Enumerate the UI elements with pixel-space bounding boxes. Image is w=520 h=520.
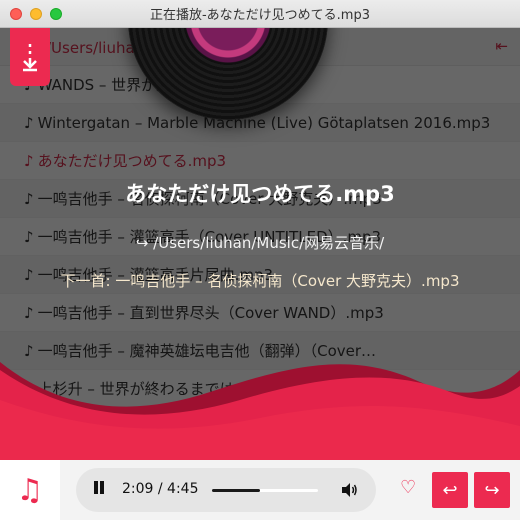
title-bar: 正在播放-あなただけ见つめてる.mp3 (0, 0, 520, 28)
playlist-item[interactable]: ♪ 一鸣吉他手 – 直到世界尽头（Cover WAND）.mp3 (0, 294, 520, 332)
now-playing-path[interactable]: ↪ /Users/liuhan/Music/网易云音乐/ (0, 232, 520, 253)
progress-slider[interactable] (212, 489, 318, 492)
player-pill: 2:09 / 4:45 (76, 468, 376, 512)
music-note-icon: ♪ (24, 113, 34, 132)
now-playing-path-text: /Users/liuhan/Music/网易云音乐/ (153, 234, 385, 252)
playlist-item-label: Wintergatan – Marble Machine (Live) Göta… (37, 113, 491, 132)
pause-button[interactable] (92, 481, 106, 499)
control-bar: ♫ 2:09 / 4:45 ♡ ↩ ↪ (0, 460, 520, 520)
minimize-window-button[interactable] (30, 8, 42, 20)
window-controls (10, 8, 62, 20)
playlist-item[interactable]: ♪ あなただけ见つめてる.mp3 (0, 142, 520, 180)
music-note-icon: ♪ (24, 303, 34, 322)
download-button[interactable] (10, 28, 50, 86)
previous-track-button[interactable]: ↩ (432, 472, 468, 508)
volume-icon[interactable] (340, 481, 358, 499)
music-note-icon: ♫ (16, 472, 44, 508)
music-note-icon: ♪ (24, 151, 34, 170)
progress-fill (212, 489, 260, 492)
close-window-button[interactable] (10, 8, 22, 20)
wave-decoration (0, 362, 520, 460)
download-icon (23, 44, 37, 72)
redo-icon: ↪ (484, 479, 500, 501)
maximize-window-button[interactable] (50, 8, 62, 20)
next-track-label: 下一首: 一鸣吉他手 – 名侦探柯南（Cover 大野克夫）.mp3 (60, 272, 460, 290)
music-library-button[interactable]: ♫ (0, 460, 60, 520)
next-track-button[interactable]: ↪ (474, 472, 510, 508)
playlist-item-label: あなただけ见つめてる.mp3 (37, 152, 227, 170)
collapse-left-icon[interactable]: ⇤ (495, 37, 508, 55)
playlist-item-label: 一鸣吉他手 – 直到世界尽头（Cover WAND）.mp3 (37, 304, 384, 322)
time-display: 2:09 / 4:45 (122, 481, 199, 497)
path-arrow-icon: ↪ (135, 234, 149, 252)
window-title: 正在播放-あなただけ见つめてる.mp3 (149, 8, 370, 23)
now-playing-title: あなただけ见つめてる.mp3 (125, 182, 395, 206)
heart-icon[interactable]: ♡ (400, 479, 418, 497)
return-icon: ↩ (442, 479, 458, 501)
pause-icon (94, 481, 98, 494)
